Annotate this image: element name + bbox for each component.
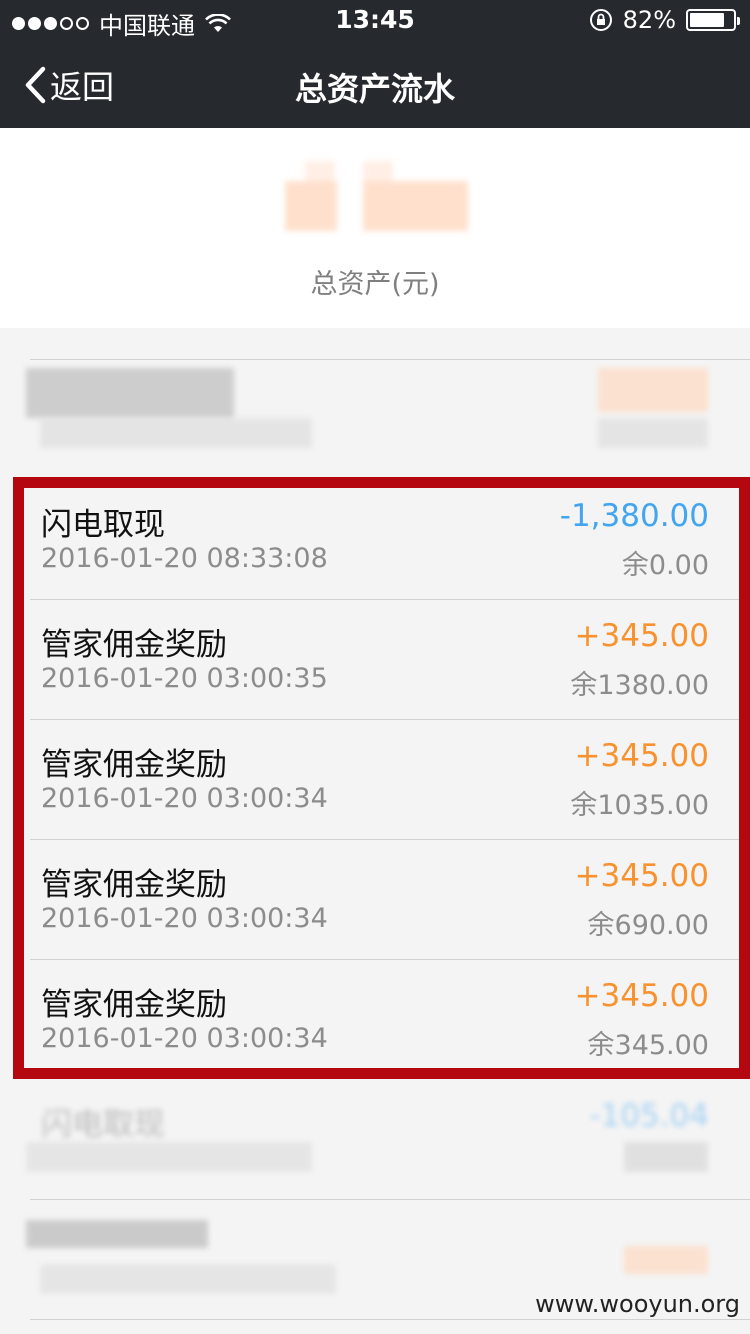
- transaction-amount: -105.04: [589, 1098, 709, 1134]
- nav-bar: 返回 总资产流水: [0, 40, 750, 128]
- redacted-amount: [624, 1246, 708, 1274]
- redacted-title: [26, 1220, 208, 1248]
- highlight-annotation-box: [13, 477, 750, 1079]
- list-item-redacted[interactable]: [0, 240, 750, 360]
- list-item-redacted[interactable]: 闪电取现 -105.04: [0, 1080, 750, 1200]
- rotation-lock-icon: [589, 9, 612, 31]
- redacted-time: [40, 1264, 336, 1294]
- battery-percent: 82%: [622, 6, 676, 34]
- status-right: 82%: [589, 6, 740, 34]
- status-bar: 中国联通 13:45 82%: [0, 0, 750, 40]
- redacted-time: [40, 418, 312, 448]
- redacted-amount: [598, 368, 708, 412]
- battery-icon: [686, 9, 740, 31]
- redacted-title: [26, 368, 234, 418]
- page-title: 总资产流水: [294, 70, 455, 108]
- transaction-title: 闪电取现: [41, 1107, 165, 1143]
- list-item-redacted[interactable]: [0, 360, 750, 480]
- watermark-text: www.wooyun.org: [535, 1290, 740, 1318]
- redacted-balance: [624, 1142, 708, 1172]
- redacted-time: [26, 1142, 312, 1172]
- redacted-balance: [598, 418, 708, 448]
